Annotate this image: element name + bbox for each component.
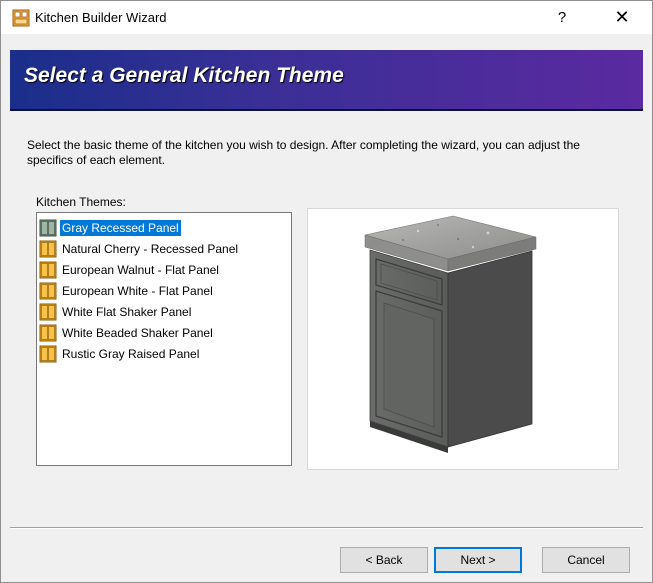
back-button[interactable]: < Back	[340, 547, 428, 573]
list-item-label: Natural Cherry - Recessed Panel	[62, 242, 239, 256]
window-title: Kitchen Builder Wizard	[35, 10, 167, 25]
wizard-banner: Select a General Kitchen Theme	[10, 50, 643, 111]
list-item[interactable]: European Walnut - Flat Panel	[39, 260, 221, 280]
cancel-button[interactable]: Cancel	[542, 547, 630, 573]
cabinet-icon	[39, 261, 57, 279]
cabinet-gray-icon	[39, 219, 57, 237]
kitchen-builder-app-icon	[12, 9, 30, 27]
cabinet-icon	[39, 345, 57, 363]
banner-title: Select a General Kitchen Theme	[24, 64, 344, 87]
list-item[interactable]: White Flat Shaker Panel	[39, 302, 193, 322]
kitchen-themes-list[interactable]: Gray Recessed Panel Natural Cherry - Rec…	[36, 212, 292, 466]
cabinet-preview-image	[364, 215, 537, 453]
cabinet-icon	[39, 324, 57, 342]
list-item[interactable]: Gray Recessed Panel	[39, 218, 182, 238]
close-button[interactable]: ✕	[599, 1, 645, 34]
list-item[interactable]: White Beaded Shaker Panel	[39, 323, 215, 343]
description-text: Select the basic theme of the kitchen yo…	[27, 138, 580, 167]
kitchen-themes-label: Kitchen Themes:	[36, 195, 126, 209]
list-item-label: White Flat Shaker Panel	[62, 305, 192, 319]
button-separator	[10, 527, 643, 529]
list-item[interactable]: Rustic Gray Raised Panel	[39, 344, 201, 364]
wizard-window: Kitchen Builder Wizard ? ✕ Select a Gene…	[0, 0, 653, 583]
list-item[interactable]: European White - Flat Panel	[39, 281, 215, 301]
list-item-label: Rustic Gray Raised Panel	[62, 347, 200, 361]
list-item-label: Gray Recessed Panel	[59, 219, 182, 237]
cabinet-icon	[39, 282, 57, 300]
cabinet-icon	[39, 303, 57, 321]
list-item-label: White Beaded Shaker Panel	[62, 326, 213, 340]
title-bar[interactable]: Kitchen Builder Wizard ? ✕	[1, 1, 652, 34]
cabinet-icon	[39, 240, 57, 258]
theme-preview	[307, 208, 619, 470]
help-button[interactable]: ?	[539, 1, 585, 34]
list-item-label: European Walnut - Flat Panel	[62, 263, 219, 277]
list-item-label: European White - Flat Panel	[62, 284, 213, 298]
list-item[interactable]: Natural Cherry - Recessed Panel	[39, 239, 240, 259]
next-button[interactable]: Next >	[434, 547, 522, 573]
